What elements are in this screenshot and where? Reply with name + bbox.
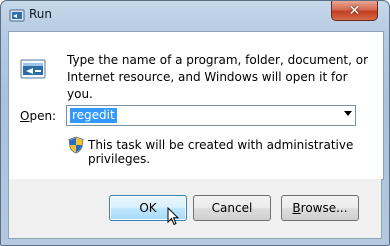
cancel-button[interactable]: Cancel — [193, 195, 271, 221]
mouse-pointer-icon — [167, 207, 179, 226]
browse-button[interactable]: Browse... — [281, 195, 359, 221]
button-bar: OK Cancel Browse... — [8, 179, 382, 239]
window-title: Run — [29, 7, 53, 21]
admin-privileges-note: This task will be created with administr… — [88, 138, 354, 166]
run-icon — [20, 59, 46, 79]
close-icon: ✕ — [348, 2, 361, 19]
open-label-text: pen: — [29, 109, 57, 123]
browse-button-label: rowse... — [300, 201, 348, 215]
title-bar[interactable]: Run ✕ — [1, 1, 389, 31]
dropdown-arrow-icon[interactable] — [344, 111, 352, 116]
run-app-icon — [9, 9, 25, 22]
run-dialog-window: Run ✕ Type the name of a program, folder… — [0, 0, 390, 246]
open-label: Open: — [20, 109, 56, 123]
open-input-value[interactable]: regedit — [70, 108, 117, 123]
open-combobox[interactable]: regedit — [66, 105, 356, 126]
browse-button-accelerator: B — [292, 201, 301, 215]
uac-shield-icon — [68, 136, 84, 154]
close-button[interactable]: ✕ — [331, 1, 378, 21]
dialog-description: Type the name of a program, folder, docu… — [67, 53, 369, 101]
dialog-body: Type the name of a program, folder, docu… — [8, 31, 384, 180]
